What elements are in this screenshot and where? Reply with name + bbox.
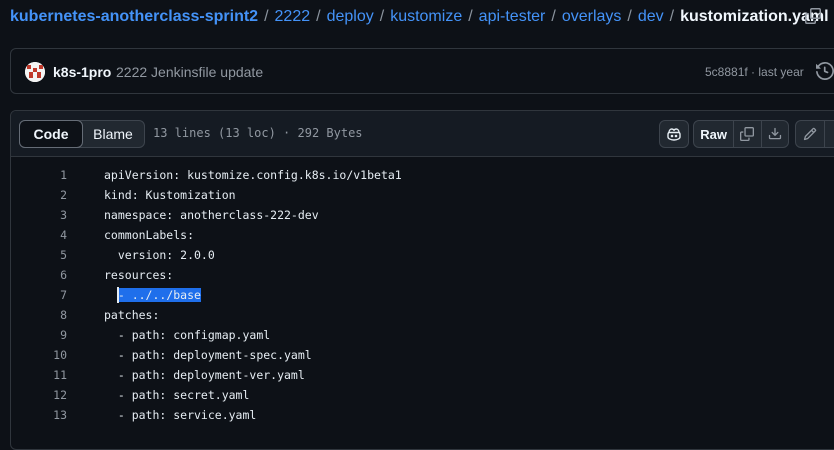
- edit-actions-group: [795, 120, 834, 148]
- copy-raw-button[interactable]: [734, 121, 762, 147]
- code-text: - path: deployment-ver.yaml: [104, 368, 305, 382]
- line-number[interactable]: 1: [11, 168, 67, 182]
- code-text: namespace: anotherclass-222-dev: [104, 208, 319, 222]
- line-number[interactable]: 8: [11, 308, 67, 322]
- code-text: apiVersion: kustomize.config.k8s.io/v1be…: [104, 168, 402, 182]
- line-number[interactable]: 12: [11, 388, 67, 402]
- breadcrumb-separator: /: [316, 8, 321, 25]
- breadcrumb-repo-link[interactable]: kubernetes-anotherclass-sprint2: [10, 8, 258, 26]
- download-icon: [768, 127, 781, 140]
- code-view[interactable]: 1 apiVersion: kustomize.config.k8s.io/v1b…: [11, 165, 834, 425]
- breadcrumb-link-2222[interactable]: 2222: [275, 8, 311, 26]
- breadcrumb-link-kustomize[interactable]: kustomize: [390, 8, 462, 26]
- history-button[interactable]: [815, 62, 834, 80]
- code-line: 2 kind: Kustomization: [11, 185, 834, 205]
- tab-code[interactable]: Code: [19, 120, 83, 148]
- line-number[interactable]: 7: [11, 288, 67, 302]
- breadcrumb-separator: /: [379, 8, 385, 25]
- line-number[interactable]: 2: [11, 188, 67, 202]
- code-line: 3 namespace: anotherclass-222-dev: [11, 205, 834, 225]
- commit-time: last year: [758, 65, 804, 79]
- code-text: patches:: [104, 308, 160, 322]
- meta-separator: ·: [751, 65, 756, 79]
- line-number[interactable]: 9: [11, 328, 67, 342]
- commit-author-link[interactable]: k8s-1pro: [53, 64, 111, 80]
- code-text: kind: Kustomization: [104, 188, 236, 202]
- author-avatar[interactable]: [25, 62, 45, 82]
- line-number[interactable]: 4: [11, 228, 67, 242]
- breadcrumb-separator: /: [468, 8, 473, 25]
- file-viewer: Code Blame 13 lines (13 loc) · 292 Bytes…: [10, 110, 834, 450]
- breadcrumb: kubernetes-anotherclass-sprint2 / 2222 /…: [10, 6, 829, 28]
- line-number[interactable]: 3: [11, 208, 67, 222]
- breadcrumb-link-dev[interactable]: dev: [638, 8, 664, 26]
- code-line: 5 version: 2.0.0: [11, 245, 834, 265]
- history-icon: [815, 62, 834, 80]
- avatar-identicon: [25, 62, 45, 82]
- commit-message-link[interactable]: 2222 Jenkinsfile update: [116, 64, 263, 80]
- copy-path-button[interactable]: [804, 6, 822, 26]
- breadcrumb-separator: /: [627, 8, 632, 25]
- code-line: 13 - path: service.yaml: [11, 405, 834, 425]
- breadcrumb-link-overlays[interactable]: overlays: [562, 8, 622, 26]
- code-text: - path: service.yaml: [104, 408, 257, 422]
- latest-commit-box: k8s-1pro 2222 Jenkinsfile update 5c8881f…: [10, 48, 834, 94]
- text-cursor: [117, 287, 119, 303]
- code-line-selected: 7 - ../../base: [11, 285, 834, 305]
- line-number[interactable]: 5: [11, 248, 67, 262]
- tab-blame[interactable]: Blame: [82, 121, 144, 147]
- code-text: resources:: [104, 268, 174, 282]
- code-text: - path: configmap.yaml: [104, 328, 271, 342]
- selected-text: - ../../base: [117, 288, 201, 302]
- line-number[interactable]: 10: [11, 348, 67, 362]
- copy-icon: [805, 8, 821, 24]
- file-actions-group: Raw: [693, 120, 789, 148]
- view-mode-toggle: Code Blame: [19, 120, 145, 148]
- breadcrumb-link-deploy[interactable]: deploy: [327, 8, 374, 26]
- copilot-button[interactable]: [659, 120, 689, 148]
- code-line: 6 resources:: [11, 265, 834, 285]
- file-header: Code Blame 13 lines (13 loc) · 292 Bytes…: [11, 111, 834, 157]
- code-text: commonLabels:: [104, 228, 195, 242]
- breadcrumb-separator: /: [551, 8, 556, 25]
- file-info: 13 lines (13 loc) · 292 Bytes: [153, 126, 363, 140]
- code-line: 12 - path: secret.yaml: [11, 385, 834, 405]
- line-number[interactable]: 6: [11, 268, 67, 282]
- code-line: 9 - path: configmap.yaml: [11, 325, 834, 345]
- commit-hash-link[interactable]: 5c8881f: [705, 65, 748, 79]
- copy-icon: [740, 127, 755, 141]
- code-line: 1 apiVersion: kustomize.config.k8s.io/v1b…: [11, 165, 834, 185]
- breadcrumb-separator: /: [264, 8, 269, 25]
- line-number[interactable]: 11: [11, 368, 67, 382]
- line-number[interactable]: 13: [11, 408, 67, 422]
- code-text: - path: deployment-spec.yaml: [104, 348, 312, 362]
- code-line: 4 commonLabels:: [11, 225, 834, 245]
- code-line: 8 patches:: [11, 305, 834, 325]
- more-edit-options-button[interactable]: [825, 121, 834, 147]
- breadcrumb-link-api-tester[interactable]: api-tester: [479, 8, 546, 26]
- code-line: 11 - path: deployment-ver.yaml: [11, 365, 834, 385]
- commit-meta: 5c8881f · last year: [705, 65, 804, 79]
- pencil-icon: [803, 127, 817, 141]
- download-button[interactable]: [762, 121, 788, 147]
- code-text: version: 2.0.0: [104, 248, 215, 262]
- breadcrumb-separator: /: [669, 8, 675, 25]
- code-line: 10 - path: deployment-spec.yaml: [11, 345, 834, 365]
- code-text: - path: secret.yaml: [104, 388, 250, 402]
- copilot-icon: [667, 128, 681, 141]
- raw-button[interactable]: Raw: [694, 121, 735, 147]
- edit-file-button[interactable]: [796, 121, 825, 147]
